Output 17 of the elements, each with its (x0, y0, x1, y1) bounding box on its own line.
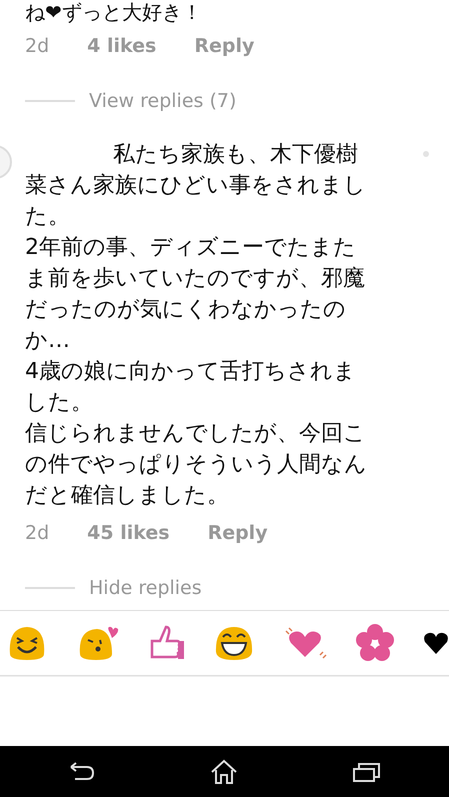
comment-text: 私たち家族も、木下優樹菜さん家族にひどい事をされました。 (25, 141, 367, 231)
comment-time: 2d (25, 521, 50, 546)
reply-button[interactable]: Reply (194, 32, 254, 60)
likes-link[interactable]: 4 likes (87, 32, 156, 60)
flower-icon[interactable] (355, 623, 396, 664)
comment-text: ね❤ずっと大好き！ (25, 0, 203, 24)
reply-button[interactable]: Reply (208, 519, 268, 548)
replies-toggle[interactable]: Hide replies (89, 574, 202, 602)
comment-text: 2年前の事、ディズニーでたまたま前を歩いていたのですが、邪魔だったのが気にくわなかったのか… (25, 234, 366, 355)
home-icon[interactable] (210, 758, 238, 785)
replies-toggle[interactable]: View replies (7) (89, 86, 236, 115)
comment-time: 2d (25, 34, 50, 59)
comment-text: 信じられませんでしたが、今回この件でやっぱりそういう人間なんだと確信しました。 (25, 420, 368, 510)
comment-text: 4歳の娘に向かって舌打ちされました。 (25, 358, 357, 417)
likes-link[interactable]: 45 likes (87, 519, 170, 548)
heart-icon[interactable] (422, 631, 449, 656)
recent-apps-icon[interactable] (352, 760, 382, 783)
